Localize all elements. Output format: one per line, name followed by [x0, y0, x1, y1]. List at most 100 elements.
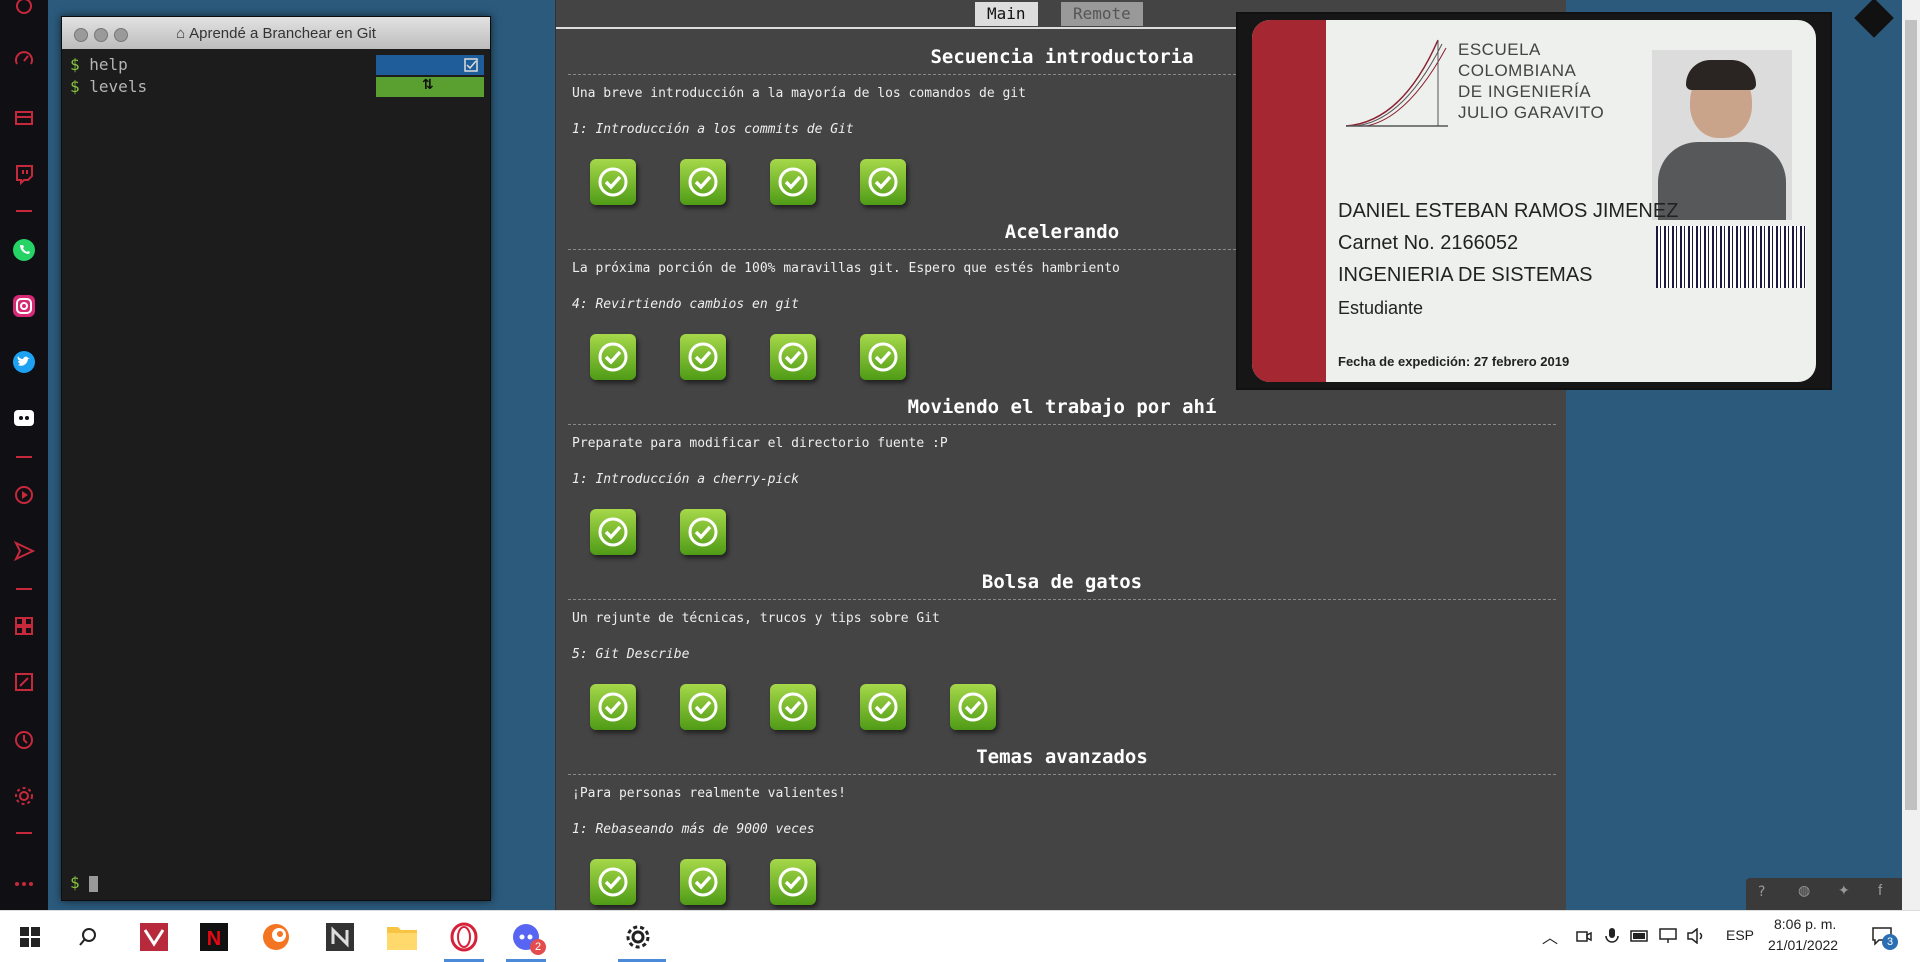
chevron-up-icon[interactable]: ︿: [1542, 924, 1558, 948]
section-title: Temas avanzados: [976, 746, 1148, 768]
current-level: 1: Introducción a cherry-pick: [572, 472, 799, 487]
facebook-small-icon[interactable]: f: [1878, 882, 1882, 899]
section-description: Una breve introducción a la mayoría de l…: [572, 86, 1026, 101]
program: INGENIERIA DE SISTEMAS: [1338, 264, 1593, 286]
school-name-line: COLOMBIANA: [1458, 61, 1577, 80]
level-complete-icon[interactable]: [860, 334, 906, 380]
speed-dial-icon[interactable]: [12, 48, 36, 72]
student-id-card: ESCUELA COLOMBIANA DE INGENIERÍA JULIO G…: [1252, 20, 1816, 382]
browser-sidebar: [0, 0, 48, 910]
level-complete-icon[interactable]: [680, 159, 726, 205]
section-description: Un rejunte de técnicas, trucos y tips so…: [572, 611, 940, 626]
input-language[interactable]: ESP: [1726, 927, 1754, 943]
close-dot[interactable]: [74, 28, 88, 42]
school-logo: [1345, 39, 1448, 127]
file-explorer-icon[interactable]: [382, 917, 422, 957]
gx-corner-icon[interactable]: [12, 105, 36, 129]
school-name-line: DE INGENIERÍA: [1458, 82, 1592, 101]
player-icon[interactable]: [12, 483, 36, 507]
svg-text:N: N: [207, 928, 221, 950]
level-complete-icon[interactable]: [860, 684, 906, 730]
send-icon[interactable]: [12, 539, 36, 563]
barcode: [1656, 226, 1806, 288]
notification-count: 3: [1882, 934, 1898, 950]
instagram-icon[interactable]: [12, 294, 36, 318]
workspaces-icon[interactable]: [12, 614, 36, 638]
level-complete-icon[interactable]: [680, 684, 726, 730]
level-complete-icon[interactable]: [770, 159, 816, 205]
help-icon[interactable]: ?: [1758, 884, 1765, 900]
role: Estudiante: [1338, 298, 1424, 318]
whatsapp-icon[interactable]: [12, 238, 36, 262]
search-icon[interactable]: [68, 917, 108, 957]
help-toolbar: ? ◍ ✦ f: [1746, 878, 1902, 910]
level-complete-icon[interactable]: [770, 859, 816, 905]
school-name-line: JULIO GARAVITO: [1458, 103, 1605, 122]
page-scrollbar[interactable]: [1902, 0, 1920, 910]
id-card-photo: ESCUELA COLOMBIANA DE INGENIERÍA JULIO G…: [1236, 12, 1832, 390]
terminal-titlebar: ⌂ Aprendé a Branchear en Git: [62, 17, 490, 49]
level-complete-icon[interactable]: [860, 159, 906, 205]
clock-date[interactable]: 21/01/2022: [1768, 937, 1838, 953]
level-complete-icon[interactable]: [680, 509, 726, 555]
level-complete-icon[interactable]: [950, 684, 996, 730]
level-complete-icon[interactable]: [770, 684, 816, 730]
settings-gear-icon[interactable]: [618, 917, 658, 957]
desktop: ⌂ Aprendé a Branchear en Git $ help $ le…: [0, 0, 1920, 910]
twitter-icon[interactable]: [12, 350, 36, 374]
level-complete-icon[interactable]: [590, 159, 636, 205]
scroll-thumb[interactable]: [1905, 20, 1917, 810]
valorant-icon[interactable]: [134, 917, 174, 957]
carnet-number: Carnet No. 2166052: [1338, 232, 1519, 254]
more-icon[interactable]: [12, 872, 36, 896]
notification-center-icon[interactable]: 3: [1862, 920, 1902, 952]
terminal-line: $ help: [70, 55, 128, 74]
current-level: 1: Rebaseando más de 9000 veces: [572, 822, 815, 837]
terminal-title: Aprendé a Branchear en Git: [189, 24, 376, 42]
section-description: Preparate para modificar el directorio f…: [572, 436, 948, 451]
network-icon[interactable]: [1656, 920, 1680, 952]
home-icon: ⌂: [176, 24, 186, 42]
level-complete-icon[interactable]: [680, 334, 726, 380]
school-name-line: ESCUELA: [1458, 40, 1541, 59]
opera-gx-icon[interactable]: [444, 917, 484, 957]
maximize-dot[interactable]: [114, 28, 128, 42]
section-description: ¡Para personas realmente valientes!: [572, 786, 846, 801]
level-complete-icon[interactable]: [590, 684, 636, 730]
gamepad-icon[interactable]: [12, 0, 36, 18]
command-done-marker: [376, 55, 484, 75]
volume-icon[interactable]: [1684, 920, 1708, 952]
section-title: Bolsa de gatos: [981, 571, 1143, 593]
windows-start-icon[interactable]: [10, 917, 50, 957]
crunchyroll-icon[interactable]: [256, 917, 296, 957]
section-title: Moviendo el trabajo por ahí: [907, 396, 1217, 418]
current-level: 4: Revirtiendo cambios en git: [572, 297, 799, 312]
globe-icon[interactable]: ◍: [1798, 883, 1810, 899]
level-complete-icon[interactable]: [590, 509, 636, 555]
netflix-icon[interactable]: N: [194, 917, 234, 957]
discord-taskbar-icon[interactable]: 2: [506, 917, 546, 957]
level-complete-icon[interactable]: [680, 859, 726, 905]
tab-remote[interactable]: Remote: [1061, 2, 1143, 26]
camera-icon[interactable]: [1572, 920, 1596, 952]
settings-icon[interactable]: [12, 784, 36, 808]
twitch-icon[interactable]: [12, 162, 36, 186]
student-photo: [1652, 50, 1792, 220]
tab-main[interactable]: Main: [975, 2, 1038, 26]
cursor: [89, 875, 99, 892]
current-level: 5: Git Describe: [572, 647, 690, 662]
notion-icon[interactable]: [320, 917, 360, 957]
level-complete-icon[interactable]: [770, 334, 816, 380]
pinboard-icon[interactable]: [12, 670, 36, 694]
level-complete-icon[interactable]: [590, 859, 636, 905]
minimize-dot[interactable]: [94, 28, 108, 42]
level-complete-icon[interactable]: [590, 334, 636, 380]
checkbox-icon: [464, 58, 478, 72]
microphone-icon[interactable]: [1600, 920, 1624, 952]
discord-icon[interactable]: [12, 406, 36, 430]
battery-icon[interactable]: [1628, 920, 1652, 952]
twitter-small-icon[interactable]: ✦: [1838, 883, 1850, 899]
terminal-input[interactable]: $: [70, 873, 99, 892]
history-icon[interactable]: [12, 728, 36, 752]
clock-time[interactable]: 8:06 p. m.: [1774, 916, 1836, 932]
